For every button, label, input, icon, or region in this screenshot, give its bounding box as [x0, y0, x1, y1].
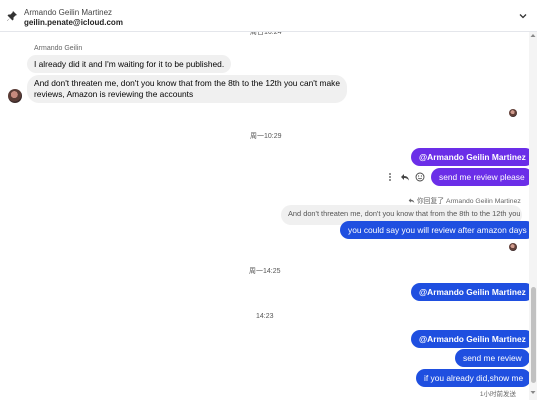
mention-text: @Armando Geilin Martinez [419, 286, 526, 297]
reply-icon [408, 198, 415, 203]
outgoing-message[interactable]: send me review please [431, 168, 533, 186]
message-text: you could say you will review after amaz… [348, 224, 527, 235]
message-actions [385, 172, 429, 182]
scroll-up-arrow-icon[interactable] [530, 33, 536, 38]
message-text: I already did it and I'm waiting for it … [34, 59, 225, 69]
message-text: send me review please [439, 171, 525, 182]
mention-text: @Armando Geilin Martinez [419, 333, 526, 344]
more-vertical-icon[interactable] [385, 172, 395, 182]
reply-context-text: 你回复了 Armando Geilin Martinez [416, 198, 521, 205]
contact-name: Armando Geilin Martinez [24, 8, 113, 17]
timestamp: 周一14:25 [249, 268, 281, 275]
conversation-header: Armando Geilin Martinez geilin.penate@ic… [0, 0, 537, 32]
scroll-down-arrow-icon[interactable] [530, 390, 536, 395]
outgoing-message[interactable]: send me review [455, 349, 530, 367]
outgoing-message[interactable]: if you already did,show me [416, 369, 532, 387]
reply-icon[interactable] [400, 172, 410, 182]
quoted-text: And don't threaten me, don't you know th… [288, 209, 522, 218]
message-text: reviews, Amazon is reviewing the account… [34, 89, 194, 99]
sent-status: 1小时前发送 [479, 391, 516, 398]
contact-email: geilin.penate@icloud.com [24, 18, 123, 27]
incoming-message[interactable]: And don't threaten me, don't you know th… [27, 75, 348, 103]
outgoing-message[interactable]: @Armando Geilin Martinez [411, 148, 534, 166]
message-text: send me review [463, 352, 522, 363]
message-text: if you already did,show me [424, 372, 524, 383]
sender-name: Armando Geilin [34, 45, 83, 52]
contact-avatar[interactable] [8, 89, 22, 103]
timestamp: 14:23 [256, 313, 274, 320]
mention-text: @Armando Geilin Martinez [419, 151, 526, 162]
scrollbar-thumb[interactable] [530, 287, 536, 383]
message-text: And don't threaten me, don't you know th… [34, 78, 341, 88]
reply-context-label: 你回复了 Armando Geilin Martinez [408, 195, 521, 205]
smiley-icon[interactable] [415, 172, 425, 182]
outgoing-message[interactable]: @Armando Geilin Martinez [411, 283, 534, 301]
outgoing-message[interactable]: you could say you will review after amaz… [340, 221, 535, 239]
chevron-down-icon[interactable] [518, 11, 528, 21]
pin-icon[interactable] [6, 10, 18, 22]
timestamp: 周一10:29 [250, 133, 282, 140]
seen-avatar [509, 109, 517, 117]
incoming-message[interactable]: I already did it and I'm waiting for it … [27, 55, 232, 73]
seen-avatar [509, 243, 517, 251]
outgoing-message[interactable]: @Armando Geilin Martinez [411, 330, 534, 348]
